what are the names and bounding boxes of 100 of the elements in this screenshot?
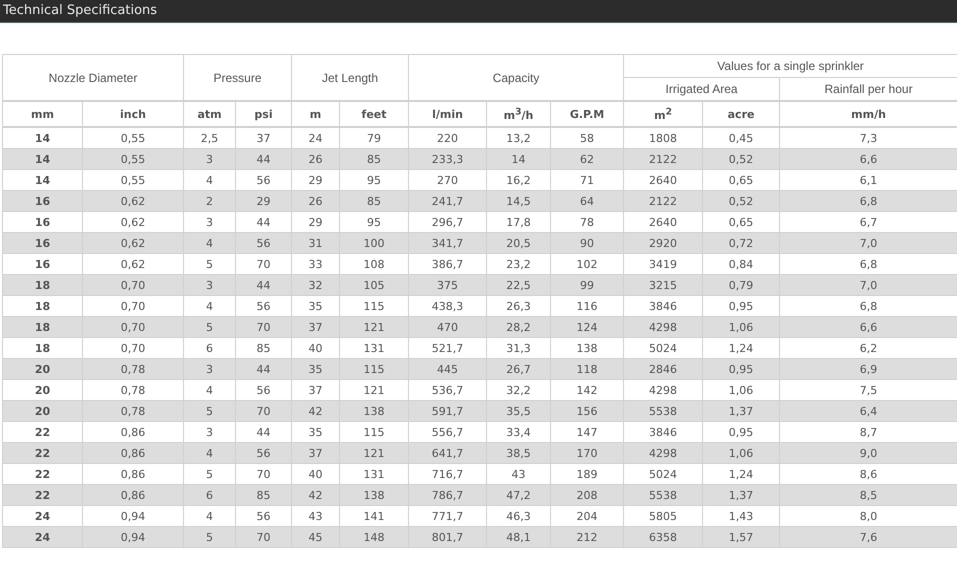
- table-cell: 0,84: [702, 254, 780, 274]
- table-cell: 44: [236, 274, 292, 296]
- table-cell: 270: [408, 170, 487, 190]
- table-cell: 5805: [624, 506, 703, 526]
- table-cell: 6,7: [780, 212, 957, 232]
- table-cell: 85: [340, 148, 409, 170]
- table-cell: 2: [184, 190, 236, 212]
- table-cell: 40: [292, 338, 340, 358]
- table-cell: 470: [408, 316, 487, 338]
- table-cell: 5: [184, 464, 236, 484]
- table-cell: 6,6: [780, 316, 957, 338]
- table-cell: 7,6: [780, 526, 957, 548]
- table-cell: 8,6: [780, 464, 957, 484]
- table-cell: 208: [550, 484, 624, 506]
- table-cell: 64: [550, 190, 624, 212]
- table-cell: 56: [236, 380, 292, 400]
- table-cell: 38,5: [486, 442, 551, 464]
- table-cell: 13,2: [486, 127, 551, 148]
- table-cell: 121: [340, 380, 409, 400]
- table-cell: 7,5: [780, 380, 957, 400]
- table-cell: 18: [2, 274, 82, 296]
- table-cell: 5538: [624, 484, 703, 506]
- table-cell: 3: [184, 274, 236, 296]
- table-cell: 35: [292, 296, 340, 316]
- table-cell: 6,2: [780, 338, 957, 358]
- table-cell: 14: [486, 148, 551, 170]
- table-cell: 37: [292, 442, 340, 464]
- table-cell: 16,2: [486, 170, 551, 190]
- table-cell: 1,24: [702, 464, 780, 484]
- table-cell: 5: [184, 254, 236, 274]
- table-cell: 0,95: [702, 422, 780, 442]
- table-cell: 4: [184, 170, 236, 190]
- table-cell: 23,2: [486, 254, 551, 274]
- table-cell: 124: [550, 316, 624, 338]
- table-cell: 0,55: [82, 170, 184, 190]
- table-cell: 44: [236, 148, 292, 170]
- table-cell: 33,4: [486, 422, 551, 442]
- table-cell: 62: [550, 148, 624, 170]
- table-cell: 1,06: [702, 316, 780, 338]
- table-cell: 6,8: [780, 190, 957, 212]
- table-cell: 0,70: [82, 316, 184, 338]
- table-cell: 16: [2, 232, 82, 254]
- table-cell: 2640: [624, 212, 703, 232]
- table-cell: 2846: [624, 358, 703, 380]
- table-cell: 8,7: [780, 422, 957, 442]
- table-cell: 386,7: [408, 254, 487, 274]
- table-cell: 7,0: [780, 232, 957, 254]
- table-cell: 2,5: [184, 127, 236, 148]
- table-cell: 44: [236, 358, 292, 380]
- table-cell: 138: [340, 400, 409, 422]
- table-cell: 204: [550, 506, 624, 526]
- table-cell: 37: [292, 380, 340, 400]
- table-cell: 4: [184, 506, 236, 526]
- table-cell: 16: [2, 254, 82, 274]
- table-cell: 32,2: [486, 380, 551, 400]
- column-group-header: Nozzle Diameter: [2, 54, 184, 101]
- table-cell: 24: [2, 526, 82, 548]
- table-cell: 26: [292, 148, 340, 170]
- table-cell: 0,65: [702, 170, 780, 190]
- table-cell: 70: [236, 400, 292, 422]
- table-cell: 0,62: [82, 212, 184, 232]
- table-cell: 29: [236, 190, 292, 212]
- table-cell: 0,65: [702, 212, 780, 232]
- table-cell: 3419: [624, 254, 703, 274]
- table-cell: 115: [340, 296, 409, 316]
- table-cell: 5: [184, 400, 236, 422]
- table-cell: 35: [292, 422, 340, 442]
- table-cell: 37: [292, 316, 340, 338]
- table-cell: 6,4: [780, 400, 957, 422]
- table-cell: 445: [408, 358, 487, 380]
- table-cell: 3846: [624, 296, 703, 316]
- table-cell: 3: [184, 148, 236, 170]
- table-cell: 24: [292, 127, 340, 148]
- table-cell: 70: [236, 316, 292, 338]
- table-cell: 99: [550, 274, 624, 296]
- table-cell: 26: [292, 190, 340, 212]
- table-cell: 24: [2, 506, 82, 526]
- table-cell: 1,57: [702, 526, 780, 548]
- table-cell: 0,45: [702, 127, 780, 148]
- table-cell: 16: [2, 212, 82, 232]
- table-cell: 56: [236, 442, 292, 464]
- table-cell: 0,62: [82, 190, 184, 212]
- table-cell: 45: [292, 526, 340, 548]
- table-cell: 8,5: [780, 484, 957, 506]
- table-cell: 42: [292, 484, 340, 506]
- table-cell: 170: [550, 442, 624, 464]
- table-cell: 0,62: [82, 232, 184, 254]
- table-cell: 85: [236, 338, 292, 358]
- table-cell: 0,78: [82, 358, 184, 380]
- table-cell: 56: [236, 506, 292, 526]
- table-cell: 56: [236, 232, 292, 254]
- table-cell: 18: [2, 338, 82, 358]
- section-title: Technical Specifications: [0, 0, 957, 23]
- table-cell: 4: [184, 380, 236, 400]
- table-cell: 438,3: [408, 296, 487, 316]
- table-cell: 6,8: [780, 296, 957, 316]
- table-cell: 20: [2, 380, 82, 400]
- table-cell: 20: [2, 400, 82, 422]
- table-cell: 40: [292, 464, 340, 484]
- table-cell: 37: [236, 127, 292, 148]
